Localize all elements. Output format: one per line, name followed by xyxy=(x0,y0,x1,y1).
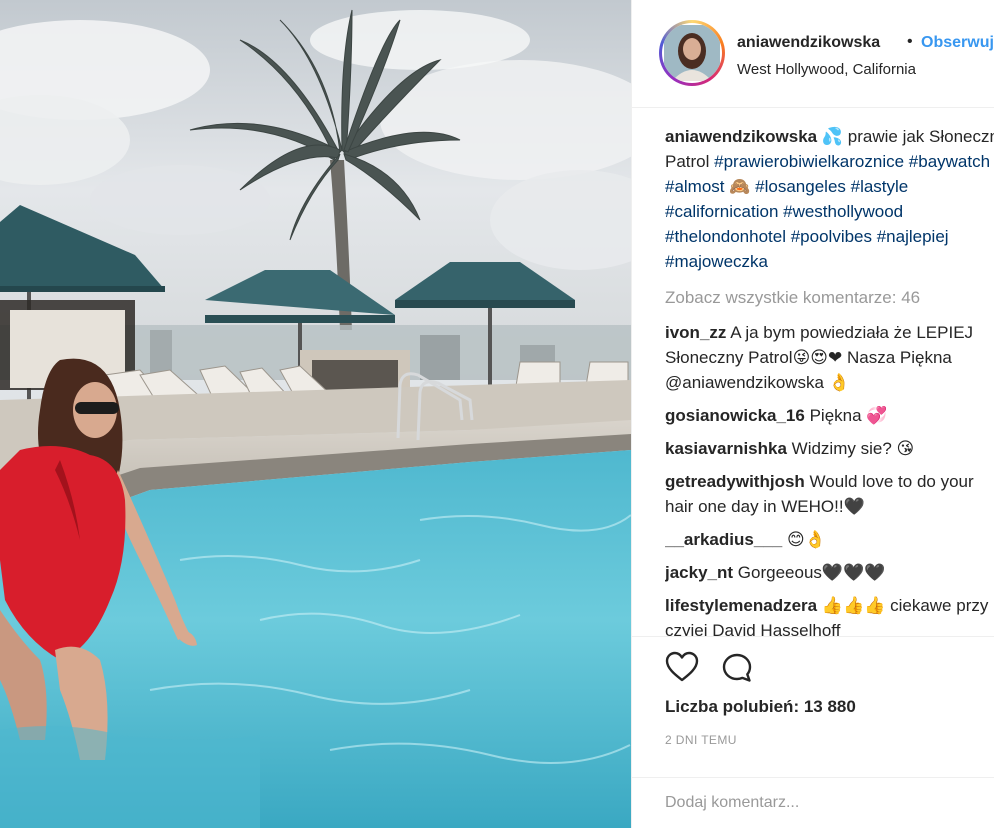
comments-list[interactable]: aniawendzikowska 💦 prawie jak Słoneczny … xyxy=(665,124,994,636)
header-username[interactable]: aniawendzikowska xyxy=(737,34,880,52)
avatar[interactable] xyxy=(662,23,722,83)
comment-text: 👍👍👍 ciekawe przy xyxy=(821,596,989,615)
avatar-story-ring[interactable] xyxy=(659,20,725,86)
hashtag-link[interactable]: #losangeles #lastyle xyxy=(750,177,908,196)
caption-username[interactable]: aniawendzikowska xyxy=(665,127,817,146)
comment-username[interactable]: lifestylemenadzera xyxy=(665,596,817,615)
post-sidebar: aniawendzikowska • Obserwuj West Hollywo… xyxy=(631,0,994,828)
comment-username[interactable]: jacky_nt xyxy=(665,563,733,582)
hashtag-link[interactable]: #almost xyxy=(665,177,725,196)
comment-username[interactable]: __arkadius___ xyxy=(665,530,782,549)
header-separator: • xyxy=(907,33,913,50)
comment-item: __arkadius___ 😊👌 xyxy=(665,527,994,552)
comment-item: getreadywithjosh Would love to do your h… xyxy=(665,469,994,519)
comment-username[interactable]: getreadywithjosh xyxy=(665,472,805,491)
comment-username[interactable]: gosianowicka_16 xyxy=(665,406,805,425)
comment-text: Piękna 💞 xyxy=(809,406,888,425)
comment-text: czyjej David Hasselhoff xyxy=(665,621,841,636)
hashtag-link[interactable]: #majoweczka xyxy=(665,252,768,271)
post-caption: aniawendzikowska 💦 prawie jak Słoneczny … xyxy=(665,124,994,274)
comment-text: Widzimy sie? 😘 xyxy=(791,439,915,458)
see-no-evil-monkey-emoji: 🙈 xyxy=(729,177,751,196)
hashtag-link[interactable]: #prawierobiwielkaroznice #baywatch xyxy=(714,152,990,171)
hashtag-link[interactable]: #thelondonhotel #poolvibes #najlepiej xyxy=(665,227,949,246)
comment-item: gosianowicka_16 Piękna 💞 xyxy=(665,403,994,428)
caption-text: prawie jak Słoneczny xyxy=(847,127,994,146)
post-actions: Liczba polubień: 13 880 2 DNI TEMU xyxy=(632,636,994,826)
comment-text: Gorgeeous🖤🖤🖤 xyxy=(737,563,886,582)
caption-text: Patrol xyxy=(665,152,715,171)
heart-outline-icon[interactable] xyxy=(665,651,699,683)
comment-text: Słoneczny Patrol😜😍❤ Nasza Piękna xyxy=(665,348,952,367)
speech-bubble-icon[interactable] xyxy=(721,652,753,684)
location-link[interactable]: West Hollywood, California xyxy=(737,61,916,78)
comment-username[interactable]: kasiavarnishka xyxy=(665,439,787,458)
add-comment-bar xyxy=(632,777,994,827)
comment-item: jacky_nt Gorgeeous🖤🖤🖤 xyxy=(665,560,994,585)
follow-button[interactable]: Obserwuj xyxy=(921,34,994,52)
avatar-image xyxy=(664,25,720,81)
view-all-comments-link[interactable]: Zobacz wszystkie komentarze: 46 xyxy=(665,285,994,310)
comment-item: lifestylemenadzera 👍👍👍 ciekawe przy czyj… xyxy=(665,593,994,636)
add-comment-input[interactable] xyxy=(665,790,985,816)
post-header: aniawendzikowska • Obserwuj West Hollywo… xyxy=(632,0,994,108)
comment-text: hair one day in WEHO!!🖤 xyxy=(665,497,865,516)
comment-text: Would love to do your xyxy=(809,472,974,491)
comment-text: 😊👌 xyxy=(786,530,826,549)
comment-username[interactable]: ivon_zz xyxy=(665,323,726,342)
comment-text: A ja bym powiedziała że LEPIEJ xyxy=(730,323,974,342)
likes-count[interactable]: Liczba polubień: 13 880 xyxy=(665,697,856,717)
poolside-scene-image xyxy=(0,0,631,828)
comment-text: @aniawendzikowska 👌 xyxy=(665,373,850,392)
post-timestamp[interactable]: 2 DNI TEMU xyxy=(665,733,737,747)
sweat-droplets-emoji: 💦 xyxy=(821,127,844,146)
comment-item: ivon_zz A ja bym powiedziała że LEPIEJ S… xyxy=(665,320,994,395)
hashtag-link[interactable]: #californication #westhollywood xyxy=(665,202,903,221)
comment-item: kasiavarnishka Widzimy sie? 😘 xyxy=(665,436,994,461)
post-photo[interactable] xyxy=(0,0,631,828)
